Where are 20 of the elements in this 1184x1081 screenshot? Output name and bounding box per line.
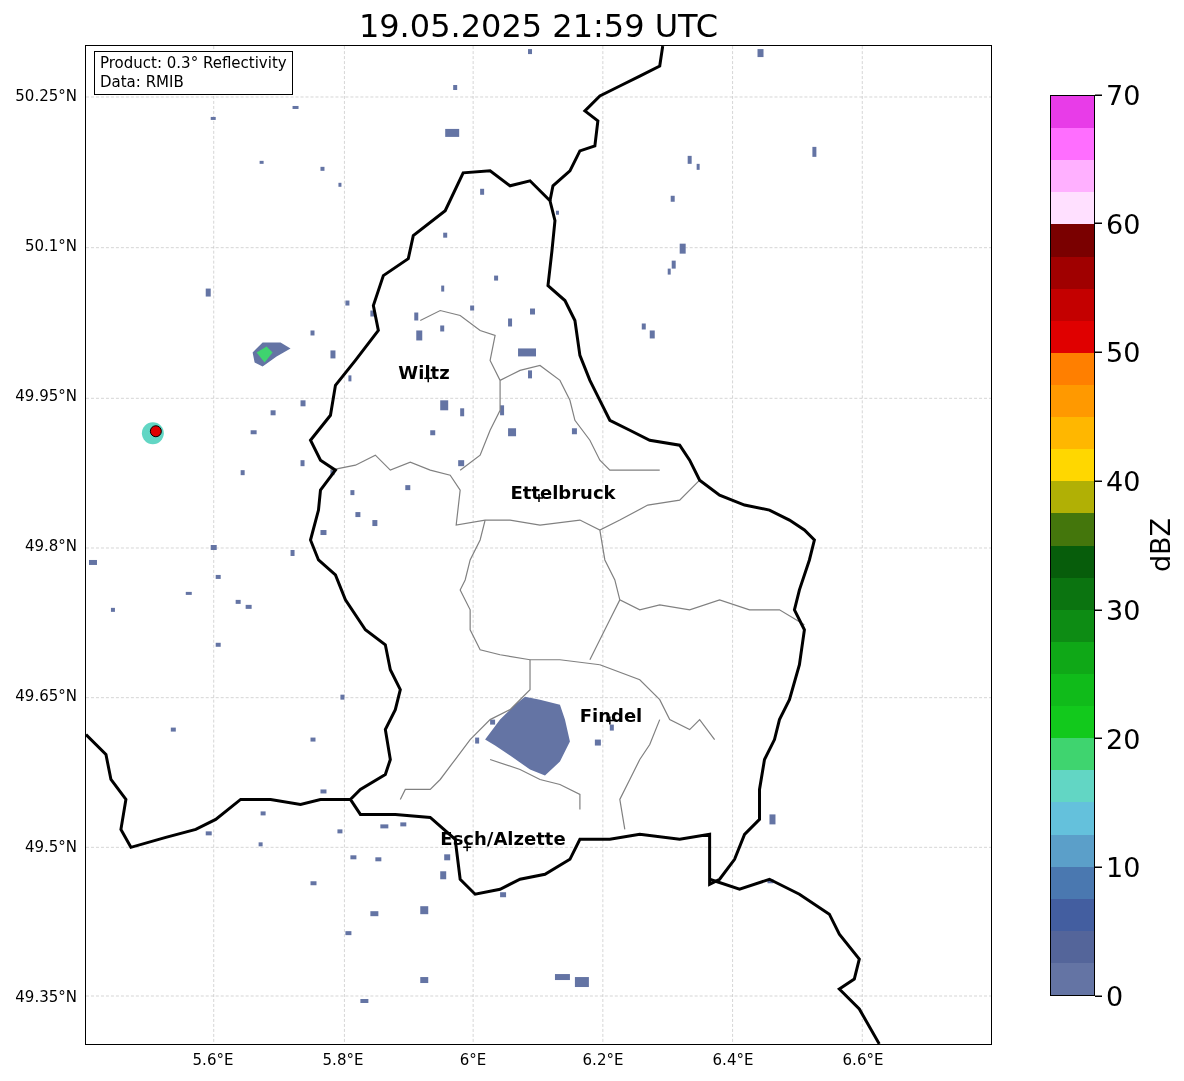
colorbar-title: dBZ: [1144, 517, 1176, 573]
latitude-label: 49.95°N: [15, 387, 77, 406]
latitude-label: 49.35°N: [15, 987, 77, 1006]
longitude-label: 6.4°E: [712, 1051, 754, 1069]
latitude-label: 50.1°N: [24, 237, 77, 256]
latitude-label: 49.5°N: [24, 837, 77, 856]
longitude-label: 5.8°E: [322, 1051, 364, 1069]
city-label: Findel: [579, 705, 643, 726]
latitude-label: 49.8°N: [24, 537, 77, 556]
longitude-label: 6°E: [459, 1051, 487, 1069]
longitude-label: 6.6°E: [842, 1051, 884, 1069]
info-text: Product: 0.3° Reflectivity: [100, 54, 287, 73]
map-title: 19.05.2025 21:59 UTC: [357, 6, 720, 45]
city-label: Ettelbruck: [510, 482, 616, 503]
latitude-label: 50.25°N: [15, 87, 77, 105]
longitude-label: 5.6°E: [192, 1051, 234, 1069]
latitude-label: 49.65°N: [15, 687, 77, 706]
info-text: Data: RMIB: [100, 73, 185, 92]
longitude-label: 6.2°E: [582, 1051, 624, 1069]
city-label: Wiltz: [398, 362, 450, 383]
